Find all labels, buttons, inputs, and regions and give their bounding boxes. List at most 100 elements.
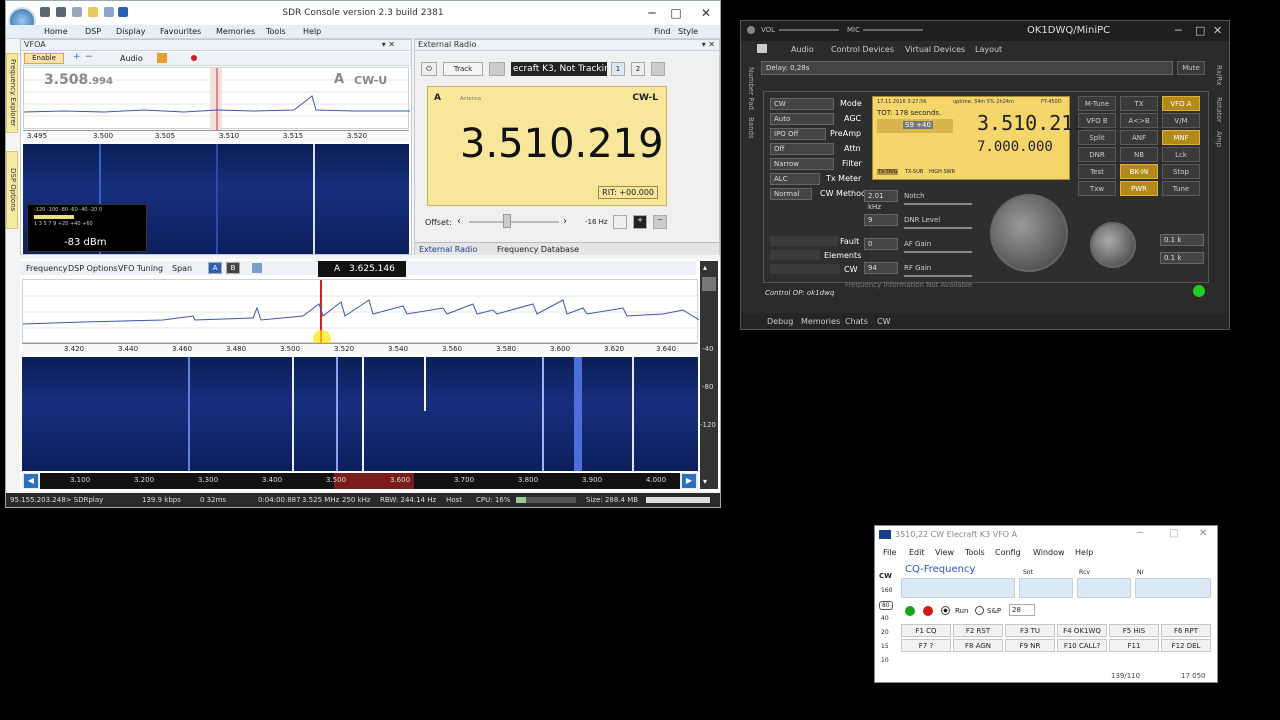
vfo-a-button[interactable]: VFO A xyxy=(1162,96,1200,111)
band-160[interactable]: 160 xyxy=(881,587,892,594)
close-icon[interactable]: ✕ xyxy=(1213,24,1222,37)
mute-button[interactable]: Mute xyxy=(1177,61,1205,75)
menu-memories[interactable]: Memories xyxy=(216,27,255,36)
tab-frequency[interactable]: Frequency xyxy=(26,264,67,273)
tab-number-pad[interactable]: Number Pad xyxy=(747,67,755,110)
menu-virtual-devices[interactable]: Virtual Devices xyxy=(905,45,965,54)
af-gain-slider[interactable] xyxy=(904,251,972,253)
f2-button[interactable]: F2 RST xyxy=(953,624,1003,637)
speaker-icon[interactable] xyxy=(157,53,167,63)
dnr-value[interactable]: 9 xyxy=(864,214,898,226)
db-scale-bar[interactable]: ▴ -40 -80 -120 ▾ xyxy=(700,261,718,489)
cw-method-select[interactable]: Normal xyxy=(770,188,812,200)
nb-button[interactable]: NB xyxy=(1120,147,1158,162)
main-spectrum[interactable] xyxy=(22,279,700,348)
chevron-right-icon[interactable]: › xyxy=(563,216,567,227)
f6-button[interactable]: F6 RPT xyxy=(1161,624,1211,637)
menu-style[interactable]: Style xyxy=(678,27,698,36)
tab-rotator[interactable]: Rotator xyxy=(1215,97,1223,123)
tab-rxrx[interactable]: Rx/Rx xyxy=(1215,65,1223,85)
nr-field[interactable] xyxy=(1135,578,1211,598)
record-icon[interactable] xyxy=(191,55,197,61)
settings-icon[interactable] xyxy=(56,7,66,17)
menu-edit[interactable]: Edit xyxy=(909,548,925,557)
f12-button[interactable]: F12 DEL xyxy=(1161,639,1211,652)
tab-memories[interactable]: Memories xyxy=(801,317,840,326)
sp-radio[interactable] xyxy=(975,606,984,615)
folder-icon[interactable] xyxy=(88,7,98,17)
power-icon[interactable]: ⏻ xyxy=(421,62,437,76)
tab-cw[interactable]: CW xyxy=(877,317,891,326)
v-m-button[interactable]: V/M xyxy=(1162,113,1200,128)
menu-config[interactable]: Config xyxy=(995,548,1021,557)
attn-select[interactable]: Off xyxy=(770,143,834,155)
main-tuning-knob[interactable] xyxy=(990,194,1068,272)
close-icon[interactable]: ✕ xyxy=(1199,528,1207,539)
notch-value[interactable]: 2.01 kHz xyxy=(864,190,898,211)
page-1-button[interactable]: 1 xyxy=(611,62,625,76)
pwr-button[interactable]: PWR xyxy=(1120,181,1158,196)
green-status-icon[interactable] xyxy=(905,606,915,616)
menu-grid-icon[interactable] xyxy=(757,44,767,53)
test-button[interactable]: Test xyxy=(1078,164,1116,179)
tab-debug[interactable]: Debug xyxy=(767,317,793,326)
minimize-icon[interactable]: ─ xyxy=(642,4,662,22)
vfo-waterfall[interactable]: -120 -100 -80 -60 -40 -20 0 1 3 5 7 9 +2… xyxy=(23,144,409,254)
vfo-mode[interactable]: CW-U xyxy=(354,74,387,87)
f10-button[interactable]: F10 CALL? xyxy=(1057,639,1107,652)
refresh-icon[interactable] xyxy=(489,62,505,76)
radio-selector[interactable]: ecraft K3, Not Trackin xyxy=(511,62,607,76)
vol-slider[interactable] xyxy=(779,29,839,31)
vfo-frequency[interactable]: 3.508.994 xyxy=(44,72,113,88)
offset-slider[interactable] xyxy=(469,221,559,223)
f4-button[interactable]: F4 OK1WQ xyxy=(1057,624,1107,637)
band-scroller[interactable]: ◀ 3.100 3.200 3.300 3.400 3.500 3.600 3.… xyxy=(22,473,698,489)
vfo-b-button[interactable]: VFO B xyxy=(1078,113,1116,128)
m-tune-button[interactable]: M-Tune xyxy=(1078,96,1116,111)
crosshair-icon[interactable] xyxy=(613,215,627,229)
menu-tools[interactable]: Tools xyxy=(965,548,985,557)
red-status-icon[interactable] xyxy=(923,606,933,616)
zoom-icon[interactable] xyxy=(702,277,716,291)
tab-chats[interactable]: Chats xyxy=(845,317,868,326)
plus-icon[interactable]: + xyxy=(73,52,81,62)
tab-amp[interactable]: Amp xyxy=(1215,131,1223,147)
chevron-left-icon[interactable]: ‹ xyxy=(457,216,461,227)
preamp-select[interactable]: IPO Off xyxy=(770,128,826,140)
link-icon[interactable] xyxy=(72,7,82,17)
f3-button[interactable]: F3 TU xyxy=(1005,624,1055,637)
enable-button[interactable]: Enable xyxy=(24,53,64,64)
tab-frequency-database[interactable]: Frequency Database xyxy=(497,245,579,254)
f9-button[interactable]: F9 NR xyxy=(1005,639,1055,652)
stop-button[interactable]: Stop xyxy=(1162,164,1200,179)
menu-home[interactable]: Home xyxy=(44,27,68,36)
menu-audio[interactable]: Audio xyxy=(791,45,814,54)
band-80[interactable]: 80 xyxy=(879,601,893,610)
play-icon[interactable] xyxy=(104,7,114,17)
tune-button[interactable]: Tune xyxy=(1162,181,1200,196)
tab-bands[interactable]: Bands xyxy=(747,117,755,139)
page-2-button[interactable]: 2 xyxy=(631,62,645,76)
menu-layout[interactable]: Layout xyxy=(975,45,1002,54)
snt-field[interactable] xyxy=(1019,578,1073,598)
dnr-slider[interactable] xyxy=(904,227,972,229)
a-b-swap-button[interactable]: A<>B xyxy=(1120,113,1158,128)
chevron-down-icon[interactable]: ▾ xyxy=(703,477,707,486)
band-overview[interactable]: 3.100 3.200 3.300 3.400 3.500 3.600 3.70… xyxy=(40,473,680,489)
f7-button[interactable]: F7 ? xyxy=(901,639,951,652)
menu-view[interactable]: View xyxy=(935,548,954,557)
f11-button[interactable]: F11 xyxy=(1109,639,1159,652)
side-tab-frequency-explorer[interactable]: Frequency Explorer xyxy=(6,53,18,133)
side-tab-dsp-options[interactable]: DSP Options xyxy=(6,151,18,229)
menu-find[interactable]: Find xyxy=(654,27,670,36)
step-select-2[interactable]: 0.1 k xyxy=(1160,252,1204,264)
menu-favourites[interactable]: Favourites xyxy=(160,27,201,36)
band-40[interactable]: 40 xyxy=(881,615,889,622)
maximize-icon[interactable]: □ xyxy=(666,4,686,22)
callsign-field[interactable] xyxy=(901,578,1015,598)
span-dropdown[interactable]: Span xyxy=(172,264,192,273)
rf-gain-slider[interactable] xyxy=(904,275,972,277)
menu-window[interactable]: Window xyxy=(1033,548,1065,557)
run-radio[interactable] xyxy=(941,606,950,615)
camera-icon[interactable] xyxy=(40,7,50,17)
